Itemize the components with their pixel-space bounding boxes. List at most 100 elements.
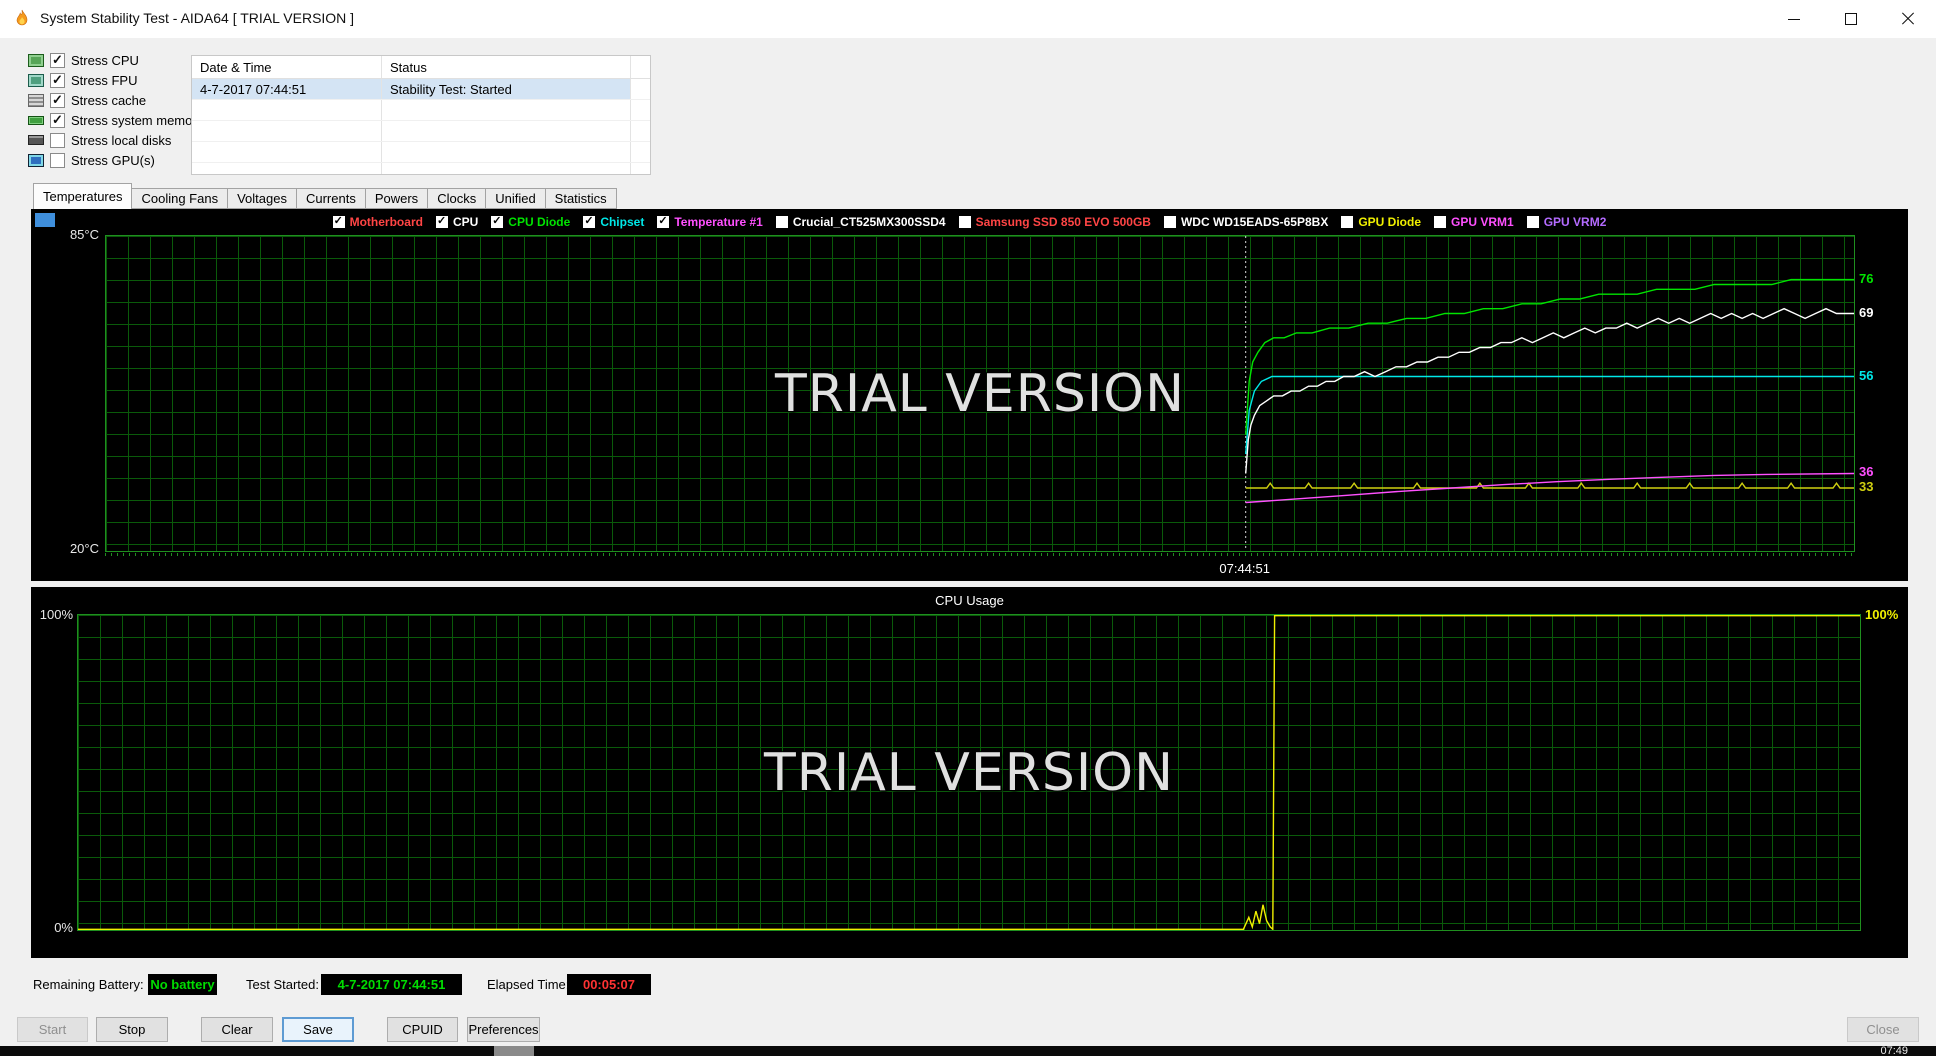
- legend-temperature-1[interactable]: Temperature #1: [657, 214, 763, 229]
- log-column-spacer: [631, 56, 650, 78]
- stress-option-label: Stress CPU: [71, 52, 139, 68]
- temperature-legend: Motherboard CPU CPU Diode Chipset Temperatur…: [31, 213, 1908, 231]
- tab-statistics[interactable]: Statistics: [544, 188, 617, 209]
- save-button[interactable]: Save: [282, 1017, 354, 1042]
- elapsed-time-label: Elapsed Time:: [487, 977, 570, 992]
- temperature-plot: TRIAL VERSION: [105, 235, 1855, 552]
- checkbox-stress-local-disks[interactable]: [50, 132, 65, 148]
- series-value-cpu-usage: 100%: [1865, 606, 1899, 622]
- table-cell: [631, 121, 650, 141]
- table-cell: [192, 163, 382, 174]
- log-column-status[interactable]: Status: [382, 56, 631, 78]
- legend-label: GPU Diode: [1358, 215, 1422, 229]
- legend-gpu-vrm2[interactable]: GPU VRM2: [1526, 215, 1607, 229]
- legend-checkbox[interactable]: [583, 214, 596, 228]
- checkbox-stress-cpu[interactable]: [50, 52, 65, 68]
- stress-option-stress-fpu[interactable]: Stress FPU: [28, 70, 203, 90]
- tab-powers[interactable]: Powers: [364, 188, 429, 209]
- legend-samsung-ssd-850-evo-500gb[interactable]: Samsung SSD 850 EVO 500GB: [958, 215, 1151, 229]
- legend-checkbox[interactable]: [332, 214, 345, 228]
- legend-checkbox[interactable]: [775, 216, 788, 228]
- legend-motherboard[interactable]: Motherboard: [332, 214, 423, 229]
- legend-label: Chipset: [600, 215, 645, 229]
- legend-wdc-wd15eads-65p8bx[interactable]: WDC WD15EADS-65P8BX: [1163, 215, 1328, 229]
- log-table-body: 4-7-2017 07:44:51 Stability Test: Started: [192, 79, 650, 174]
- legend-label: GPU VRM2: [1543, 215, 1607, 229]
- restore-button[interactable]: [1822, 0, 1879, 38]
- gpu-icon: [28, 153, 44, 167]
- tab-voltages[interactable]: Voltages: [227, 188, 297, 209]
- legend-crucial-ct525mx300ssd4[interactable]: Crucial_CT525MX300SSD4: [775, 215, 946, 229]
- legend-cpu-diode[interactable]: CPU Diode: [491, 214, 570, 229]
- disk-icon: [28, 135, 44, 145]
- minimize-icon: [1787, 18, 1800, 20]
- elapsed-time-value: 00:05:07: [567, 974, 651, 995]
- checkbox-stress-gpu-s[interactable]: [50, 152, 65, 168]
- cpu-usage-plot: TRIAL VERSION: [77, 614, 1861, 931]
- tab-bar: Temperatures Cooling Fans Voltages Currents…: [33, 183, 617, 209]
- tab-currents[interactable]: Currents: [295, 188, 366, 209]
- checkbox-stress-system-memory[interactable]: [50, 112, 65, 128]
- x-axis-ticks: [105, 553, 1855, 556]
- legend-label: Temperature #1: [674, 215, 763, 229]
- window-content: Stress CPU Stress FPU Stress cache Stress s…: [0, 38, 1936, 1046]
- cpu-icon: [28, 53, 44, 67]
- legend-chipset[interactable]: Chipset: [583, 214, 645, 229]
- chart-scrollbar-thumb[interactable]: [35, 213, 55, 227]
- preferences-button[interactable]: Preferences: [467, 1017, 540, 1042]
- table-row[interactable]: 4-7-2017 07:44:51 Stability Test: Started: [192, 79, 650, 100]
- table-cell: [631, 142, 650, 162]
- legend-label: GPU VRM1: [1451, 215, 1514, 229]
- clear-button[interactable]: Clear: [201, 1017, 273, 1042]
- start-button[interactable]: Start: [17, 1017, 88, 1042]
- aida64-stability-test-window: System Stability Test - AIDA64 [ TRIAL V…: [0, 0, 1936, 1056]
- legend-cpu[interactable]: CPU: [435, 214, 478, 229]
- legend-checkbox[interactable]: [1341, 216, 1354, 228]
- legend-checkbox[interactable]: [657, 214, 670, 228]
- series-value-cpu-diode: 76: [1859, 270, 1874, 286]
- table-row[interactable]: [192, 121, 650, 142]
- table-cell: [631, 79, 650, 99]
- checkbox-stress-cache[interactable]: [50, 92, 65, 108]
- minimize-button[interactable]: [1765, 0, 1822, 38]
- stress-option-stress-gpu-s[interactable]: Stress GPU(s): [28, 150, 203, 170]
- legend-checkbox[interactable]: [1434, 216, 1447, 228]
- log-column-datetime[interactable]: Date & Time: [192, 56, 382, 78]
- battery-label: Remaining Battery:: [33, 977, 144, 992]
- close-button[interactable]: Close: [1847, 1017, 1919, 1042]
- test-started-value: 4-7-2017 07:44:51: [321, 974, 462, 995]
- legend-checkbox[interactable]: [435, 214, 448, 228]
- table-row[interactable]: [192, 100, 650, 121]
- window-title: System Stability Test - AIDA64 [ TRIAL V…: [40, 10, 355, 26]
- table-cell: Stability Test: Started: [382, 79, 631, 99]
- cpuid-button[interactable]: CPUID: [387, 1017, 458, 1042]
- table-row[interactable]: [192, 142, 650, 163]
- tab-unified[interactable]: Unified: [485, 188, 546, 209]
- legend-checkbox[interactable]: [958, 216, 971, 228]
- close-window-button[interactable]: [1879, 0, 1936, 38]
- taskbar-app-button[interactable]: [494, 1046, 534, 1056]
- stress-option-stress-cpu[interactable]: Stress CPU: [28, 50, 203, 70]
- restore-icon: [1844, 10, 1859, 25]
- tab-clocks[interactable]: Clocks: [427, 188, 487, 209]
- tab-temperatures[interactable]: Temperatures: [33, 183, 133, 209]
- legend-gpu-diode[interactable]: GPU Diode: [1341, 215, 1421, 229]
- legend-checkbox[interactable]: [1163, 216, 1176, 228]
- legend-gpu-vrm1[interactable]: GPU VRM1: [1434, 215, 1514, 229]
- table-row[interactable]: [192, 163, 650, 174]
- checkbox-stress-fpu[interactable]: [50, 72, 65, 88]
- stop-button[interactable]: Stop: [96, 1017, 168, 1042]
- stress-option-label: Stress system memory: [71, 112, 204, 128]
- stress-option-stress-cache[interactable]: Stress cache: [28, 90, 203, 110]
- legend-checkbox[interactable]: [1526, 216, 1539, 228]
- legend-label: Crucial_CT525MX300SSD4: [792, 215, 946, 229]
- stress-option-stress-system-memory[interactable]: Stress system memory: [28, 110, 203, 130]
- stress-option-label: Stress FPU: [71, 72, 138, 88]
- taskbar-sliver: 07:49: [0, 1046, 1936, 1056]
- stress-option-stress-local-disks[interactable]: Stress local disks: [28, 130, 203, 150]
- table-cell: [382, 100, 631, 120]
- legend-checkbox[interactable]: [491, 214, 504, 228]
- series-value-chipset: 56: [1859, 367, 1874, 383]
- legend-label: Samsung SSD 850 EVO 500GB: [975, 215, 1151, 229]
- tab-cooling-fans[interactable]: Cooling Fans: [131, 188, 229, 209]
